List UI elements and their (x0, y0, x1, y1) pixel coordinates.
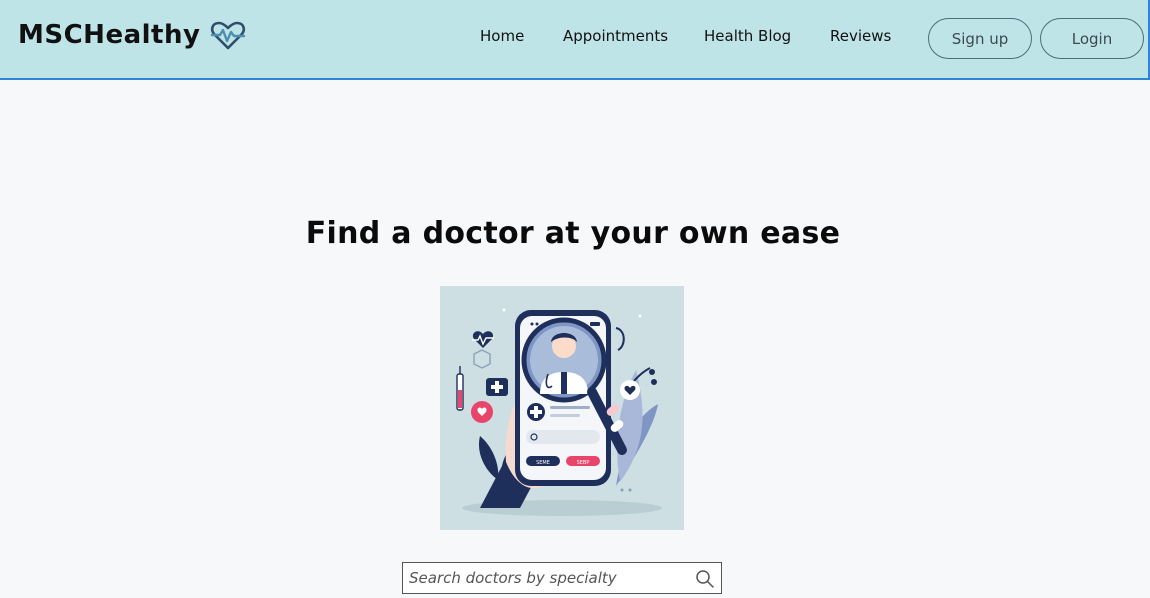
svg-text:SEME: SEME (536, 460, 550, 466)
search-bar (402, 562, 722, 594)
nav-item-health-blog[interactable]: Health Blog (704, 27, 791, 45)
page: MSCHealthy Home Appointments Health Blog… (0, 0, 1150, 598)
nav-item-appointments[interactable]: Appointments (563, 27, 668, 45)
brand-name: MSCHealthy (18, 20, 201, 50)
page-title: Find a doctor at your own ease (305, 216, 841, 251)
heartbeat-heart-icon (210, 19, 246, 51)
nav-item-home[interactable]: Home (480, 27, 524, 45)
brand-logo[interactable]: MSCHealthy (18, 19, 246, 51)
search-icon[interactable] (695, 569, 715, 589)
search-input[interactable] (403, 563, 683, 593)
login-button[interactable]: Login (1040, 18, 1144, 59)
nav-item-reviews[interactable]: Reviews (830, 27, 891, 45)
doctor-search-phone-illustration: SEME SEBP (440, 286, 684, 530)
signup-button[interactable]: Sign up (928, 18, 1032, 59)
svg-text:SEBP: SEBP (577, 460, 590, 466)
top-header: MSCHealthy Home Appointments Health Blog… (0, 0, 1150, 80)
